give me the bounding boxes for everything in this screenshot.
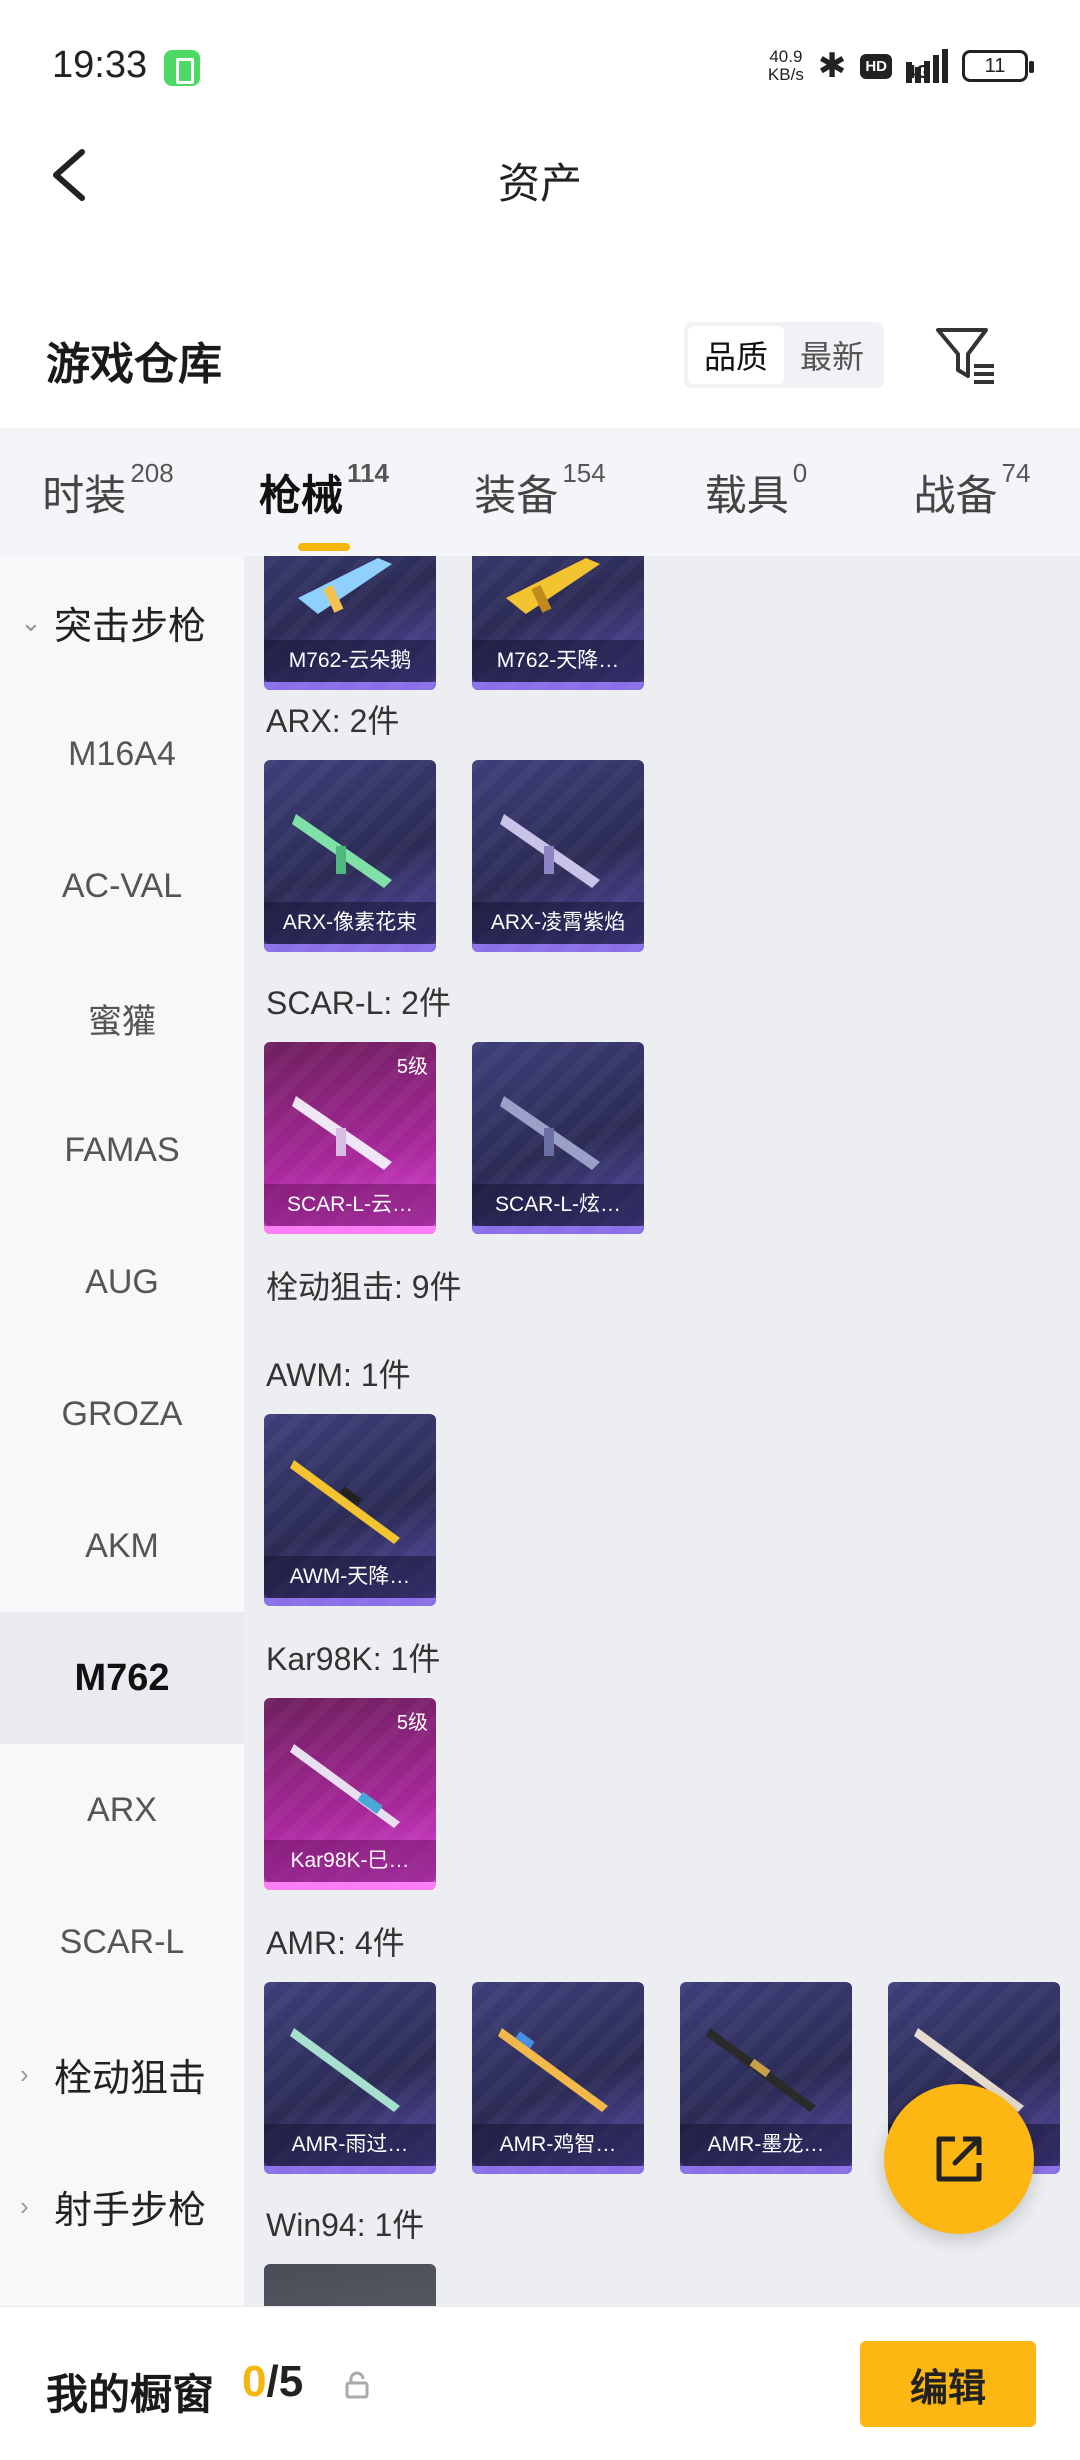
weapon-card[interactable]: 5级 SCAR-L-云… [264,1042,436,1234]
section-label: AWM: 1件 [266,1357,411,1393]
sniper-rifle-icon [290,1460,400,1544]
section-label: 栓动狙击: 9件 [266,1269,462,1305]
weapon-card[interactable]: M762-云朵鹅 [264,556,436,690]
weapon-grid: M762-云朵鹅 M762-天降… ARX: 2件 ARX-像素花束 ARX-凌… [244,556,1080,2306]
battery-icon: 11 [962,50,1034,82]
weapon-name: Kar98K-巳… [264,1840,436,1882]
weapon-card[interactable]: AWM-天降… [264,1414,436,1606]
bluetooth-icon: ✱ [817,47,847,85]
section-label: Win94: 1件 [266,2207,425,2243]
weapon-card[interactable]: ARX-像素花束 [264,760,436,952]
weapon-card[interactable]: SCAR-L-炫… [472,1042,644,1234]
sidebar-item-m762[interactable]: M762 [0,1612,244,1744]
sidebar-group-bolt-action[interactable]: › 栓动狙击 [0,2008,244,2140]
section-label: AMR: 4件 [266,1925,405,1961]
weapon-card[interactable]: 5级 Kar98K-巳… [264,1698,436,1890]
weapon-card[interactable]: AMR-雨过… [264,1982,436,2174]
sniper-rifle-icon [290,1744,400,1828]
weapon-card[interactable] [264,2264,436,2306]
rifle-icon [292,1096,392,1170]
weapon-name: AWM-天降… [264,1556,436,1598]
sort-toggle[interactable]: 品质 最新 [684,322,884,388]
filter-icon[interactable] [930,320,1000,390]
weapon-name: AMR-雨过… [264,2124,436,2166]
showcase-count: 0/5 [242,2357,304,2406]
weapon-name: SCAR-L-云… [264,1184,436,1226]
chevron-right-icon: › [20,2058,29,2089]
warehouse-title: 游戏仓库 [46,340,222,389]
net-speed: 40.9 KB/s [767,47,804,84]
sniper-rifle-icon [706,2028,816,2112]
weapon-card[interactable]: AMR-鸡智… [472,1982,644,2174]
showcase-bar: 我的橱窗 0/5 编辑 [0,2306,1080,2460]
sidebar-item-aug[interactable]: AUG [0,1216,244,1348]
section-label: SCAR-L: 2件 [266,985,451,1021]
app-notification-icon [164,50,200,86]
weapon-name: M762-云朵鹅 [264,640,436,682]
sidebar-item-ac-val[interactable]: AC-VAL [0,820,244,952]
tab-supplies[interactable]: 战备 74 [864,458,1080,523]
rifle-icon [500,814,600,888]
weapon-name: ARX-凌霄紫焰 [472,902,644,944]
rifle-icon [506,558,600,614]
weapon-name: ARX-像素花束 [264,902,436,944]
sort-quality[interactable]: 品质 [688,326,784,384]
tab-firearms[interactable]: 枪械 114 [216,458,432,551]
rifle-icon [298,558,392,614]
sidebar-item-honey-badger[interactable]: 蜜獾 [0,952,244,1084]
chevron-right-icon: › [20,2190,29,2221]
weapon-name: M762-天降… [472,640,644,682]
weapon-card[interactable]: AMR-墨龙… [680,1982,852,2174]
page-title: 资产 [497,160,582,207]
tab-vehicles[interactable]: 载具 0 [648,458,864,523]
edit-button[interactable]: 编辑 [860,2341,1036,2427]
weapon-card[interactable]: M762-天降… [472,556,644,690]
tab-fashion[interactable]: 时装 208 [0,458,216,523]
showcase-label: 我的橱窗 [46,2371,215,2418]
weapon-name: SCAR-L-炫… [472,1184,644,1226]
section-label: Kar98K: 1件 [266,1641,441,1677]
chevron-down-icon: ⌄ [20,606,42,637]
weapon-type-sidebar: ⌄ 突击步枪 M16A4 AC-VAL 蜜獾 FAMAS AUG GROZA AK… [0,556,244,2306]
share-button[interactable] [884,2084,1034,2234]
rifle-icon [500,1096,600,1170]
sniper-rifle-icon [290,2028,400,2112]
lock-icon [345,2371,369,2399]
status-icons: 40.9 KB/s ✱ HD 4G 11 [767,44,1034,88]
sidebar-group-assault-rifle[interactable]: ⌄ 突击步枪 [0,556,244,688]
sort-latest[interactable]: 最新 [784,326,880,384]
sidebar-item-groza[interactable]: GROZA [0,1348,244,1480]
sidebar-item-m16a4[interactable]: M16A4 [0,688,244,820]
weapon-name: AMR-鸡智… [472,2124,644,2166]
external-link-icon [936,2136,982,2182]
hd-icon: HD [860,53,892,79]
status-bar: 19:33 40.9 KB/s ✱ HD 4G 11 [0,0,1080,130]
section-label: ARX: 2件 [266,703,400,739]
weapon-card[interactable]: ARX-凌霄紫焰 [472,760,644,952]
status-time: 19:33 [52,44,148,86]
signal-icon: 4G [906,49,948,83]
sidebar-item-akm[interactable]: AKM [0,1480,244,1612]
weapon-name: AMR-墨龙… [680,2124,852,2166]
category-tabs: 时装 208 枪械 114 装备 154 载具 0 战备 74 [0,428,1080,556]
network-type: 4G [906,62,930,83]
tab-equipment[interactable]: 装备 154 [432,458,648,523]
sidebar-item-famas[interactable]: FAMAS [0,1084,244,1216]
sniper-rifle-icon [498,2028,608,2112]
sidebar-item-scar-l[interactable]: SCAR-L [0,1876,244,2008]
sidebar-group-marksman[interactable]: › 射手步枪 [0,2140,244,2272]
sidebar-item-arx[interactable]: ARX [0,1744,244,1876]
rifle-icon [292,814,392,888]
